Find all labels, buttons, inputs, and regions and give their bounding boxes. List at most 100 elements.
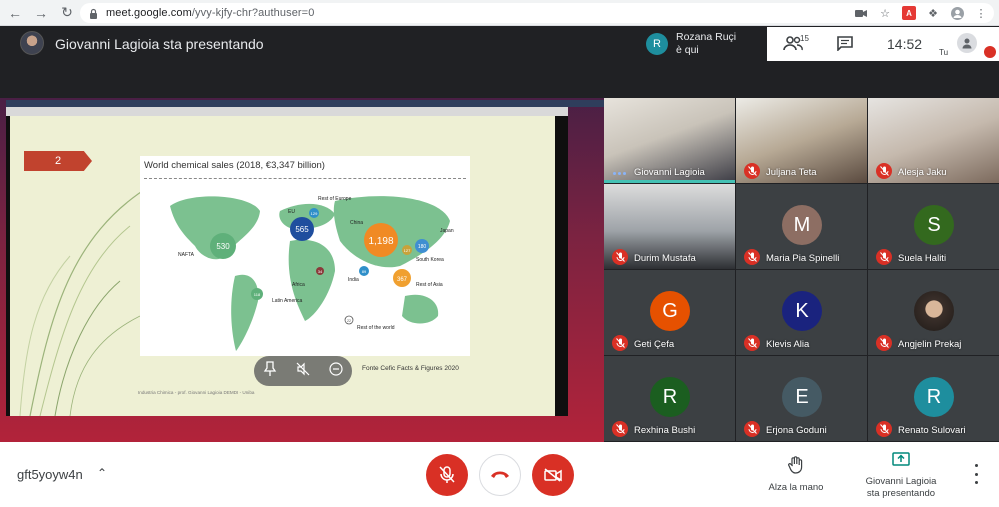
remove-icon[interactable]: [329, 361, 343, 381]
bubble-south-korea-value: 180: [418, 244, 427, 250]
label-rest-of-europe: Rest of Europe: [318, 196, 352, 202]
participant-tile[interactable]: Juljana Teta: [736, 98, 867, 183]
join-notification: R Rozana Ruçi è qui: [640, 27, 767, 61]
participant-name: Durim Mustafa: [634, 253, 696, 264]
avatar: E: [782, 377, 822, 417]
bubble-africa-value: 34: [318, 269, 323, 274]
url-text: meet.google.com/yvy-kjfy-chr?authuser=0: [106, 7, 314, 19]
avatar: [914, 291, 954, 331]
mute-for-all-icon[interactable]: [296, 362, 310, 381]
pdf-extension-icon[interactable]: A: [902, 6, 916, 20]
raise-hand-label: Alza la mano: [768, 482, 824, 493]
self-muted-icon: [984, 46, 996, 58]
label-china: China: [350, 220, 363, 226]
participant-name: Giovanni Lagioia: [634, 167, 705, 178]
more-options-icon[interactable]: [968, 464, 984, 484]
notification-avatar: R: [646, 33, 668, 55]
mic-off-icon: [439, 466, 455, 483]
participant-tile[interactable]: R Renato Sulovari: [868, 356, 999, 441]
presenting-label-line2: sta presentando: [866, 488, 936, 499]
participant-tile[interactable]: M Maria Pia Spinelli: [736, 184, 867, 269]
camera-indicator-icon[interactable]: [854, 6, 868, 20]
hang-up-icon: [491, 471, 509, 478]
presentation-stage: 2 World chemical sales (2018, €3,347 bil…: [0, 98, 604, 442]
meet-topbar: 15 14:52 Tu: [767, 27, 999, 61]
avatar: S: [914, 205, 954, 245]
avatar: M: [782, 205, 822, 245]
speaking-indicator: [613, 172, 626, 175]
forward-icon[interactable]: →: [30, 2, 52, 24]
participant-name: Maria Pia Spinelli: [766, 253, 840, 264]
participant-name: Juljana Teta: [766, 167, 817, 178]
participant-tile[interactable]: K Klevis Alia: [736, 270, 867, 355]
self-avatar[interactable]: [957, 33, 977, 53]
camera-toggle-button[interactable]: [532, 454, 574, 496]
bubble-rest-of-world-value: 22: [347, 319, 351, 323]
user-icon: [962, 38, 972, 49]
pin-icon[interactable]: [263, 360, 277, 382]
chevron-up-icon[interactable]: ⌃: [97, 466, 107, 480]
chart-title: World chemical sales (2018, €3,347 billi…: [144, 160, 325, 171]
slide-source: Fonte Cefic Facts & Figures 2020: [362, 365, 459, 372]
participant-tile[interactable]: Giovanni Lagioia: [604, 98, 735, 183]
bubble-china-value: 1,198: [368, 236, 393, 247]
bookmark-star-icon[interactable]: ☆: [878, 6, 892, 20]
leave-call-button[interactable]: [479, 454, 521, 496]
participant-name: Alesja Jaku: [898, 167, 947, 178]
chat-button[interactable]: [837, 36, 853, 56]
participant-tile[interactable]: G Geti Çefa: [604, 270, 735, 355]
label-india: India: [348, 277, 359, 283]
label-africa: Africa: [292, 282, 305, 288]
clock-time: 14:52: [887, 36, 923, 52]
tile-hover-controls: [254, 356, 352, 386]
mic-off-icon: [612, 249, 628, 265]
avatar: R: [650, 377, 690, 417]
world-map: 530 NAFTA 565 EU 129 Rest of Europe 1,19…: [170, 196, 454, 351]
mic-toggle-button[interactable]: [426, 454, 468, 496]
raise-hand-button[interactable]: Alza la mano: [762, 456, 830, 494]
present-screen-icon: [892, 452, 910, 466]
label-rest-of-world: Rest of the world: [357, 325, 395, 331]
participant-tile[interactable]: S Suela Haliti: [868, 184, 999, 269]
participant-name: Geti Çefa: [634, 339, 675, 350]
notification-name: Rozana Ruçi: [676, 31, 737, 43]
bubble-latin-america-value: 118: [254, 292, 261, 297]
avatar: G: [650, 291, 690, 331]
participant-grid: Giovanni Lagioia Juljana Teta Alesja Jaku D…: [604, 98, 999, 442]
presenter-avatar: [20, 31, 44, 55]
mic-off-icon: [876, 163, 892, 179]
browser-toolbar: ← → ↻ meet.google.com/yvy-kjfy-chr?authu…: [0, 0, 999, 26]
participant-name: Suela Haliti: [898, 253, 947, 264]
chart-divider: [144, 178, 466, 179]
avatar: R: [914, 377, 954, 417]
mic-off-icon: [612, 335, 628, 351]
meeting-code[interactable]: gft5yoyw4n: [17, 467, 83, 482]
mic-off-icon: [744, 163, 760, 179]
presenting-status-button[interactable]: Giovanni Lagioia sta presentando: [858, 452, 944, 500]
participant-tile[interactable]: Durim Mustafa: [604, 184, 735, 269]
label-nafta: NAFTA: [178, 252, 195, 258]
participant-tile[interactable]: Angjelin Prekaj: [868, 270, 999, 355]
participant-tile[interactable]: E Erjona Goduni: [736, 356, 867, 441]
label-eu: EU: [288, 209, 295, 215]
bubble-127-value: 127: [404, 248, 411, 253]
participant-name: Renato Sulovari: [898, 425, 966, 436]
participant-name: Angjelin Prekaj: [898, 339, 962, 350]
bubble-rest-of-asia-value: 367: [397, 277, 408, 283]
url-host: meet.google.com: [106, 7, 192, 19]
avatar: K: [782, 291, 822, 331]
people-count: 15: [800, 34, 809, 43]
participant-tile[interactable]: R Rexhina Bushi: [604, 356, 735, 441]
extensions-icon[interactable]: ❖: [926, 6, 940, 20]
mic-off-icon: [744, 421, 760, 437]
mic-off-icon: [744, 335, 760, 351]
back-icon[interactable]: ←: [4, 2, 26, 24]
address-bar[interactable]: meet.google.com/yvy-kjfy-chr?authuser=0 …: [80, 3, 994, 23]
reload-icon[interactable]: ↻: [56, 2, 78, 24]
label-latin-america: Latin America: [272, 298, 303, 304]
participant-tile[interactable]: Alesja Jaku: [868, 98, 999, 183]
chart-card: World chemical sales (2018, €3,347 billi…: [140, 156, 470, 356]
profile-icon[interactable]: [950, 6, 964, 20]
mic-off-icon: [876, 421, 892, 437]
menu-kebab-icon[interactable]: ⋮: [974, 6, 988, 20]
